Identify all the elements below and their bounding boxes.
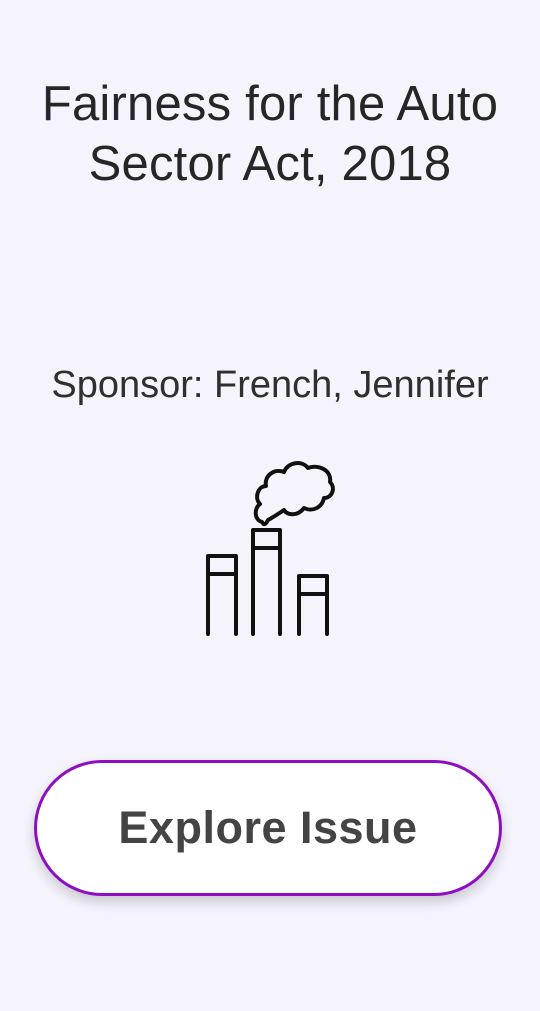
factory-smokestack-icon — [198, 438, 342, 642]
sponsor-name: French, Jennifer — [214, 364, 489, 406]
sponsor-line: Sponsor: French, Jennifer — [0, 360, 540, 410]
issue-title: Fairness for the Auto Sector Act, 2018 — [41, 77, 499, 191]
issue-card-screen: Fairness for the Auto Sector Act, 2018 S… — [0, 0, 540, 1011]
explore-issue-button[interactable]: Explore Issue — [34, 760, 502, 896]
sponsor-prefix: Sponsor: — [51, 364, 215, 406]
explore-issue-label: Explore Issue — [118, 802, 418, 853]
